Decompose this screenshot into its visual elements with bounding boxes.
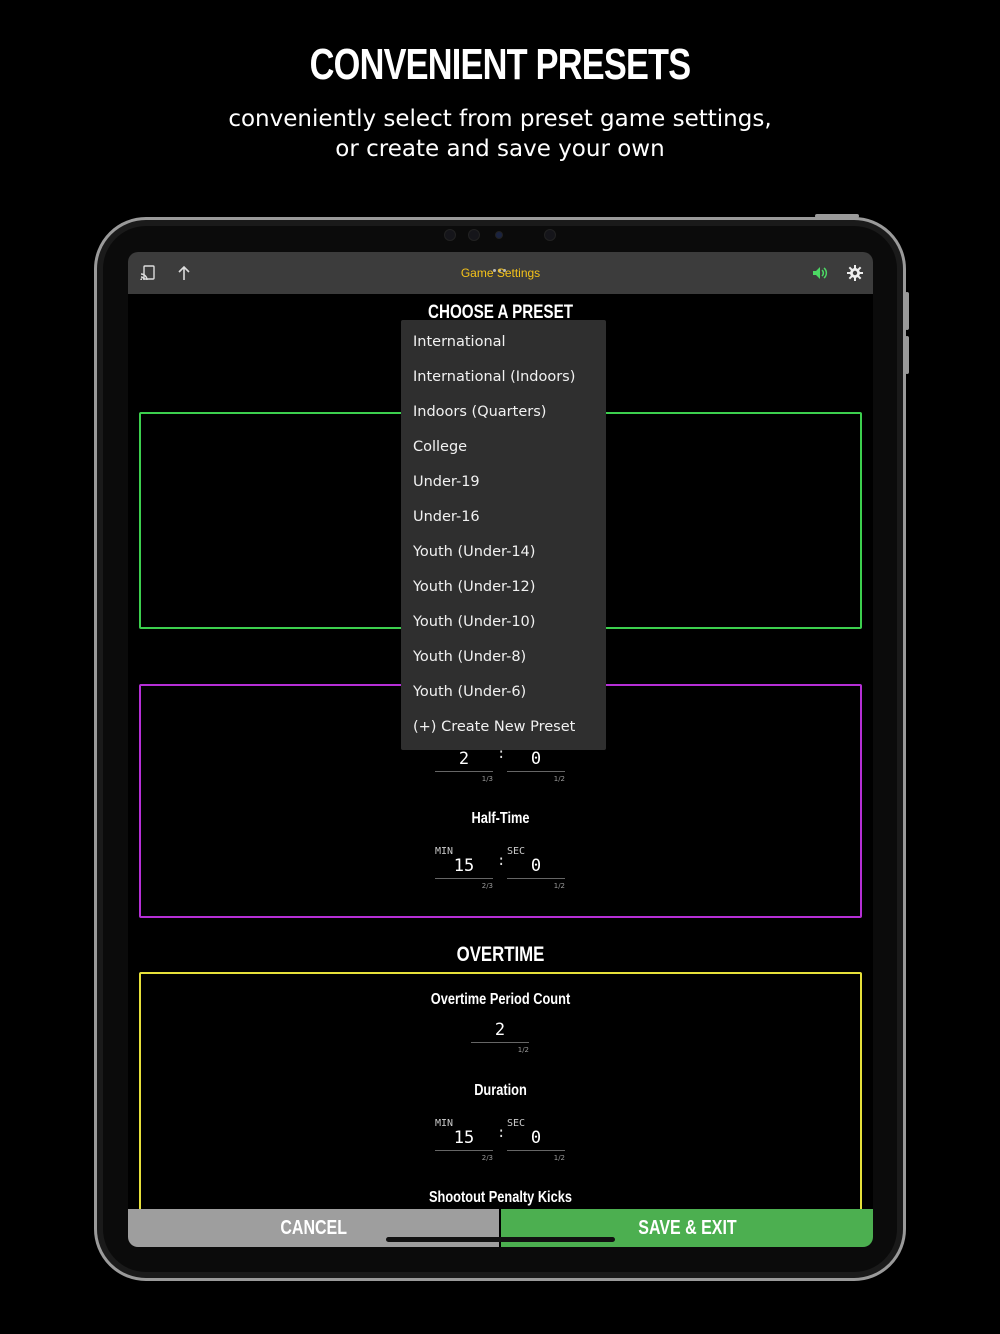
time-separator: : <box>497 853 506 869</box>
preset-option-youth-under-10[interactable]: Youth (Under-10) <box>413 614 535 630</box>
preset-option-youth-under-6[interactable]: Youth (Under-6) <box>413 684 526 700</box>
overtime-minutes-field[interactable]: MIN 15 2/3 <box>435 1118 495 1162</box>
halftime-minutes-field[interactable]: MIN 15 2/3 <box>435 846 495 890</box>
tablet-top-button <box>815 214 859 218</box>
front-camera <box>440 227 570 241</box>
overtime-seconds-field[interactable]: SEC 0 1/2 <box>507 1118 567 1162</box>
gear-icon[interactable] <box>844 262 866 284</box>
multitasking-dots-icon[interactable] <box>493 257 509 272</box>
halftime-label: Half-Time <box>471 810 530 827</box>
create-new-preset-option[interactable]: (+) Create New Preset <box>413 719 575 735</box>
preset-option-youth-under-8[interactable]: Youth (Under-8) <box>413 649 526 665</box>
top-navigation-bar: Game Settings <box>128 252 873 294</box>
halftime-seconds-field[interactable]: SEC 0 1/2 <box>507 846 567 890</box>
preset-option-under-19[interactable]: Under-19 <box>413 474 480 490</box>
overtime-heading: OVERTIME <box>456 943 545 966</box>
preset-option-international[interactable]: International <box>413 334 506 350</box>
preset-option-under-16[interactable]: Under-16 <box>413 509 480 525</box>
app-screen: Game Settings CHOOSE A PRESET 2 1/3 : 0 … <box>128 252 873 1247</box>
overtime-period-count-field[interactable]: 2 1/2 <box>471 1010 531 1054</box>
preset-option-international-indoors[interactable]: International (Indoors) <box>413 369 575 385</box>
preset-option-indoors-quarters[interactable]: Indoors (Quarters) <box>413 404 546 420</box>
tablet-volume-down-button <box>905 336 909 374</box>
preset-option-youth-under-14[interactable]: Youth (Under-14) <box>413 544 535 560</box>
speaker-icon[interactable] <box>809 262 831 284</box>
time-separator: : <box>497 1125 506 1141</box>
overtime-duration-label: Duration <box>474 1082 527 1099</box>
hero-title: CONVENIENT PRESETS <box>309 40 691 89</box>
preset-option-college[interactable]: College <box>413 439 467 455</box>
hero-subtitle: conveniently select from preset game set… <box>0 104 1000 164</box>
hero-subtitle-line-1: conveniently select from preset game set… <box>228 106 772 132</box>
tablet-volume-up-button <box>905 292 909 330</box>
home-indicator[interactable] <box>386 1237 615 1242</box>
shootout-penalty-kicks-label: Shootout Penalty Kicks <box>429 1189 572 1206</box>
preset-option-youth-under-12[interactable]: Youth (Under-12) <box>413 579 535 595</box>
preset-dropdown-menu: International International (Indoors) In… <box>401 320 606 750</box>
topbar-title: Game Settings <box>460 266 541 280</box>
hero-subtitle-line-2: or create and save your own <box>335 136 665 162</box>
overtime-period-count-label: Overtime Period Count <box>430 991 571 1008</box>
